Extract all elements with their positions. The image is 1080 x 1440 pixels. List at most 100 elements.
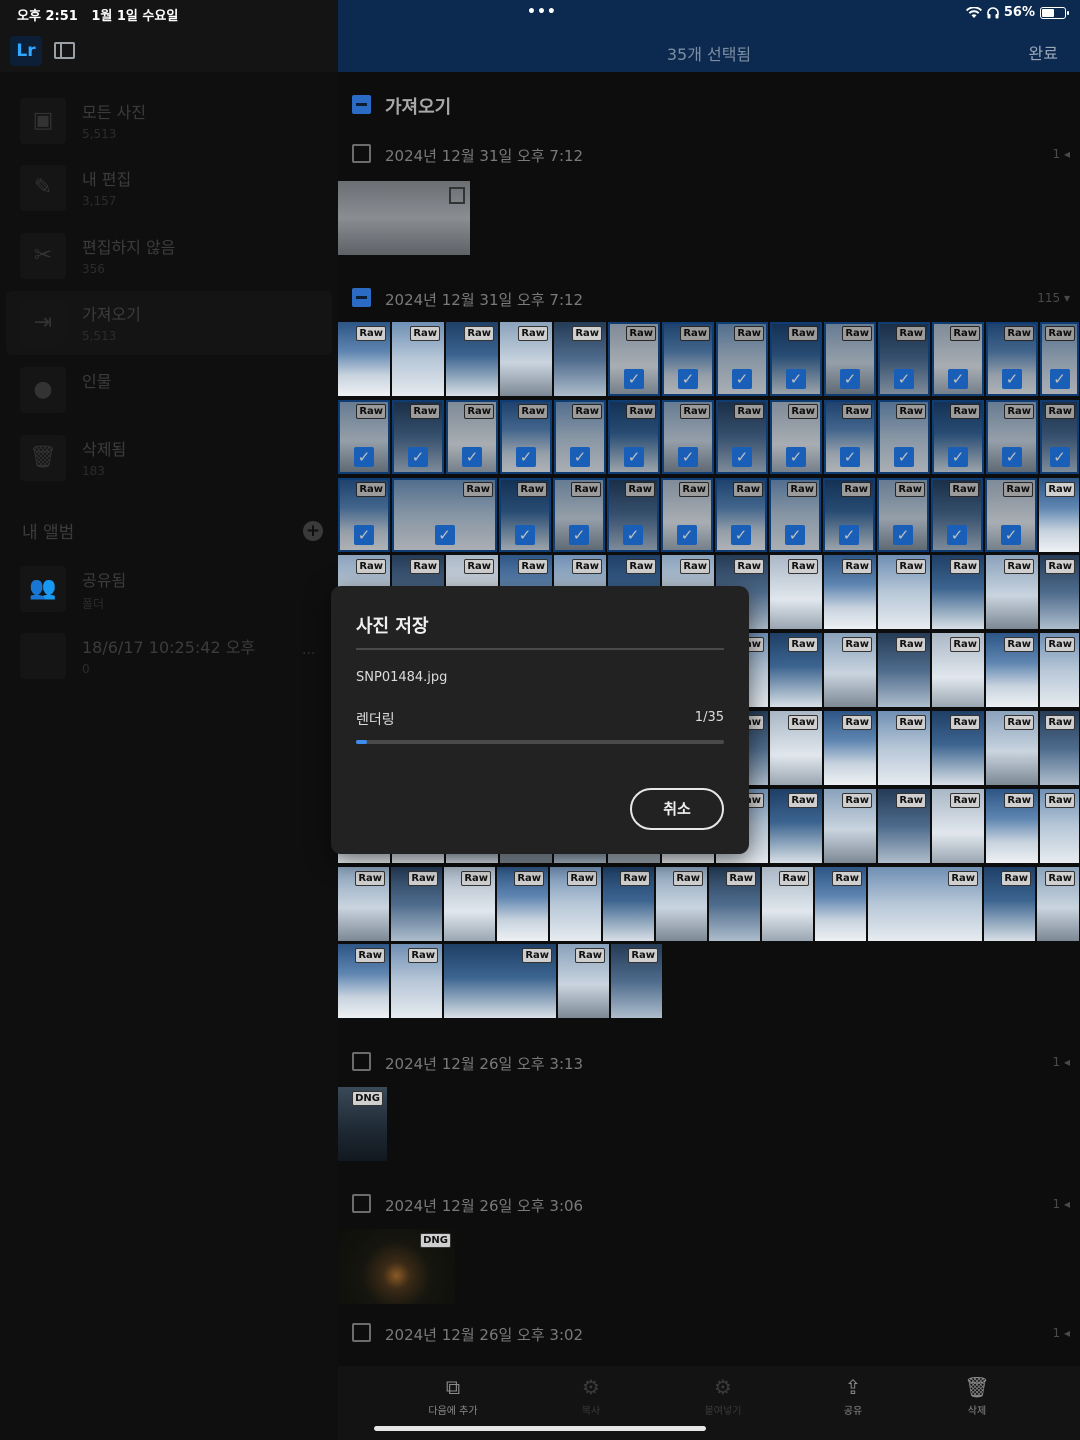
photo-thumbnail[interactable]: Raw ✓ (607, 478, 659, 552)
photo-thumbnail[interactable]: Raw (550, 867, 601, 941)
photo-thumbnail[interactable]: Raw (1037, 867, 1079, 941)
photo-thumbnail[interactable]: Raw ✓ (932, 322, 984, 396)
add-album-icon[interactable]: + (303, 521, 323, 541)
import-select-checkbox[interactable] (352, 95, 371, 114)
photo-thumbnail[interactable]: Raw (1039, 478, 1079, 552)
photo-thumbnail[interactable]: Raw ✓ (553, 478, 605, 552)
photo-thumbnail[interactable]: Raw ✓ (877, 478, 929, 552)
photo-thumbnail[interactable]: Raw (824, 711, 876, 785)
section-2-checkbox[interactable] (352, 288, 371, 307)
photo-thumbnail[interactable]: Raw ✓ (769, 478, 821, 552)
photo-thumbnail[interactable]: Raw ✓ (500, 400, 552, 474)
photo-thumbnail[interactable]: Raw (878, 711, 930, 785)
photo-thumbnail[interactable]: Raw ✓ (392, 478, 497, 552)
toolbar-share-button[interactable]: ⇪ 공유 (798, 1374, 908, 1417)
photo-thumbnail[interactable]: Raw (391, 944, 442, 1018)
photo-thumbnail[interactable]: Raw (444, 867, 495, 941)
photo-thumbnail[interactable]: Raw ✓ (1040, 322, 1079, 396)
photo-thumbnail[interactable]: Raw (1040, 555, 1079, 629)
photo-thumbnail[interactable]: Raw (770, 555, 822, 629)
photo-thumbnail[interactable]: Raw ✓ (1040, 400, 1079, 474)
section-1-checkbox[interactable] (352, 144, 371, 163)
photo-thumbnail[interactable]: Raw (558, 944, 609, 1018)
photo-thumbnail[interactable]: Raw ✓ (986, 322, 1038, 396)
toolbar-trash-button[interactable]: 🗑 삭제 (922, 1374, 1032, 1417)
photo-thumbnail[interactable]: Raw (338, 322, 390, 396)
photo-thumbnail[interactable]: Raw (338, 944, 389, 1018)
section-2-count[interactable]: 115 ▾ (1037, 291, 1070, 305)
section-5-count[interactable]: 1 ◂ (1053, 1326, 1070, 1340)
photo-thumbnail[interactable]: Raw ✓ (715, 478, 767, 552)
photo-thumbnail[interactable]: Raw ✓ (608, 322, 660, 396)
photo-thumbnail[interactable]: Raw ✓ (931, 478, 983, 552)
photo-thumbnail[interactable]: Raw (611, 944, 662, 1018)
photo-thumbnail[interactable]: Raw (391, 867, 442, 941)
photo-thumbnail[interactable]: Raw (446, 322, 498, 396)
section-4-checkbox[interactable] (352, 1194, 371, 1213)
photo-thumbnail[interactable]: Raw (986, 711, 1038, 785)
photo-thumbnail[interactable]: Raw ✓ (716, 400, 768, 474)
photo-thumbnail[interactable]: Raw ✓ (770, 400, 822, 474)
multitask-dots[interactable]: ••• (527, 4, 557, 20)
photo-thumbnail[interactable]: Raw (986, 633, 1038, 707)
photo-thumbnail[interactable]: Raw (603, 867, 654, 941)
photo-thumbnail[interactable]: Raw (1040, 789, 1079, 863)
photo-thumbnail[interactable]: Raw (932, 633, 984, 707)
photo-thumbnail[interactable]: Raw (824, 789, 876, 863)
album-item-1[interactable]: 👥 공유됨 폴더 (6, 557, 332, 621)
photo-thumbnail[interactable]: Raw (709, 867, 760, 941)
toolbar-add-to-button[interactable]: ⧉ 다음에 추가 (398, 1374, 508, 1417)
photo-thumbnail[interactable]: Raw ✓ (662, 400, 714, 474)
cancel-button[interactable]: 취소 (630, 788, 724, 830)
sidebar-item-3[interactable]: ✂ 편집하지 않음 356 (6, 224, 332, 288)
photo-thumbnail[interactable]: Raw (770, 711, 822, 785)
photo-thumbnail[interactable]: Raw ✓ (932, 400, 984, 474)
photo-thumbnail[interactable]: Raw (392, 322, 444, 396)
photo-thumbnail[interactable]: Raw (444, 944, 556, 1018)
photo-thumbnail[interactable]: Raw ✓ (338, 400, 390, 474)
photo-thumbnail[interactable]: Raw (932, 555, 984, 629)
sidebar-item-1[interactable]: ▣ 모든 사진 5,513 (6, 89, 332, 153)
photo-thumbnail[interactable]: Raw (1040, 633, 1079, 707)
toolbar-paste-settings-button[interactable]: ⚙ 붙여넣기 (668, 1374, 778, 1417)
photo-thumbnail[interactable]: Raw ✓ (985, 478, 1037, 552)
sidebar-item-5[interactable]: ● 인물 (6, 358, 332, 422)
photo-thumbnail[interactable]: Raw (500, 322, 552, 396)
photo-thumbnail[interactable]: Raw (338, 867, 389, 941)
section-3-count[interactable]: 1 ◂ (1053, 1055, 1070, 1069)
photo-thumbnail[interactable]: Raw (824, 633, 876, 707)
photo-thumbnail[interactable]: Raw ✓ (661, 478, 713, 552)
photo-thumbnail[interactable]: Raw ✓ (338, 478, 390, 552)
photo-thumbnail[interactable]: Raw (878, 555, 930, 629)
toolbar-copy-settings-button[interactable]: ⚙ 복사 (536, 1374, 646, 1417)
photo-thumbnail[interactable]: Raw ✓ (878, 322, 930, 396)
section-4-count[interactable]: 1 ◂ (1053, 1197, 1070, 1211)
sidebar-item-2[interactable]: ✎ 내 편집 3,157 (6, 156, 332, 220)
sidebar-item-4[interactable]: ⇥ 가져오기 5,513 (6, 291, 332, 355)
photo-thumbnail[interactable]: Raw (497, 867, 548, 941)
section-1-count[interactable]: 1 ◂ (1053, 147, 1070, 161)
photo-thumbnail[interactable]: Raw (868, 867, 982, 941)
album-more-icon[interactable]: ··· (302, 646, 315, 662)
photo-thumbnail[interactable]: Raw ✓ (824, 322, 876, 396)
photo-thumbnail[interactable]: Raw ✓ (716, 322, 768, 396)
section-5-checkbox[interactable] (352, 1323, 371, 1342)
photo-thumbnail[interactable]: Raw (770, 633, 822, 707)
photo-thumbnail[interactable]: Raw ✓ (878, 400, 930, 474)
photo-thumbnail[interactable]: Raw ✓ (986, 400, 1038, 474)
photo-thumbnail[interactable] (338, 181, 470, 255)
photo-thumbnail[interactable]: Raw (770, 789, 822, 863)
photo-thumbnail[interactable]: Raw ✓ (392, 400, 444, 474)
sidebar-item-6[interactable]: 🗑 삭제됨 183 (6, 426, 332, 490)
photo-thumbnail[interactable]: Raw (824, 555, 876, 629)
photo-thumbnail[interactable]: Raw ✓ (446, 400, 498, 474)
photo-thumbnail[interactable]: Raw (984, 867, 1035, 941)
home-indicator[interactable] (374, 1426, 706, 1431)
photo-thumbnail[interactable]: Raw (554, 322, 606, 396)
photo-thumbnail[interactable]: Raw (986, 555, 1038, 629)
photo-thumbnail[interactable]: Raw ✓ (499, 478, 551, 552)
photo-thumbnail[interactable]: Raw (878, 789, 930, 863)
photo-thumbnail[interactable]: Raw ✓ (823, 478, 875, 552)
done-button[interactable]: 완료 (1029, 40, 1058, 64)
photo-thumbnail[interactable]: Raw ✓ (608, 400, 660, 474)
